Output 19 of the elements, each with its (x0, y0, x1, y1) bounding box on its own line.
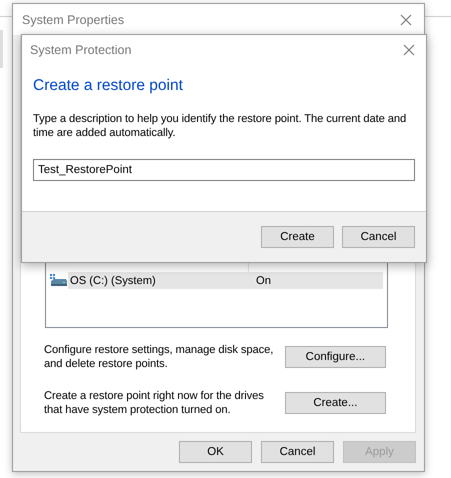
close-icon[interactable] (400, 14, 412, 26)
dialog-button[interactable]: Cancel (261, 441, 334, 463)
configure-button[interactable]: Configure... (284, 346, 386, 368)
close-icon[interactable] (403, 44, 415, 56)
description-field[interactable]: Test_RestorePoint (33, 159, 415, 181)
dialog-button[interactable]: Cancel (342, 226, 415, 248)
dialog-button[interactable]: OK (179, 441, 252, 463)
dialog-description: Type a description to help you identify the restore point. The current date and time are added automatically. (33, 112, 408, 140)
window-title: System Properties (22, 12, 124, 26)
dialog-heading: Create a restore point (33, 77, 184, 95)
configure-description: Configure restore settings, manage disk space, and delete restore points. (44, 343, 274, 371)
create-description: Create a restore point right now for the drives that have system protection turned on. (44, 389, 265, 417)
drive-icon (50, 274, 68, 287)
create-button[interactable]: Create... (284, 392, 386, 414)
dialog-title: System Protection (30, 43, 132, 57)
drive-row[interactable]: OS (C:) (System) On (68, 272, 383, 289)
dialog-button[interactable]: Create (261, 226, 334, 248)
protection-status: On (255, 274, 271, 286)
drive-name: OS (C:) (System) (69, 274, 157, 286)
